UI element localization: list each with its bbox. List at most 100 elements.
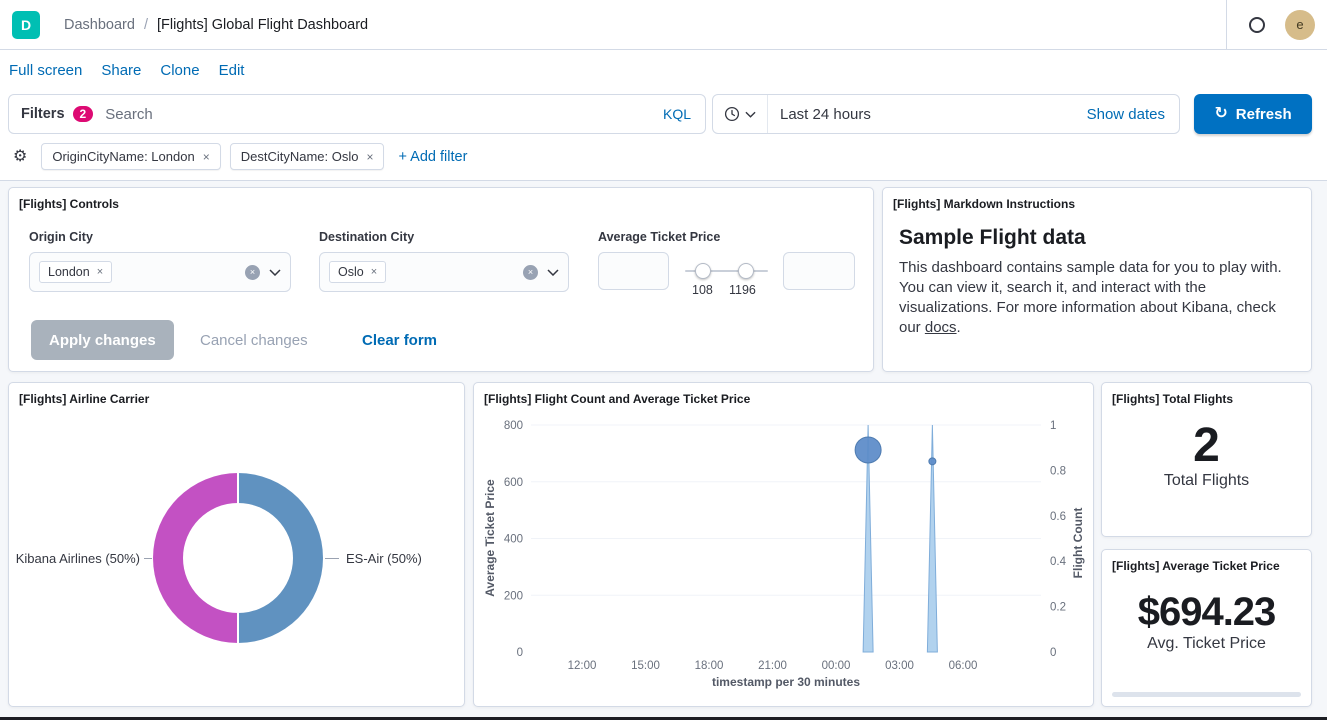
- donut-chart[interactable]: [153, 473, 323, 643]
- query-bar: Filters 2 KQL Last 24 hours Show dates ↻…: [0, 90, 1327, 138]
- svg-text:1: 1: [1050, 420, 1056, 432]
- help-icon[interactable]: [1249, 17, 1265, 33]
- panel-flight-count-price: [Flights] Flight Count and Average Ticke…: [473, 382, 1094, 707]
- ticket-price-label: Average Ticket Price: [598, 230, 864, 244]
- combobox-icons: ×: [523, 265, 559, 280]
- kibana-app: D Dashboard / [Flights] Global Flight Da…: [0, 0, 1327, 720]
- show-dates-link[interactable]: Show dates: [1087, 106, 1179, 123]
- filter-pill-dest-city[interactable]: DestCityName: Oslo ×: [230, 143, 385, 170]
- refresh-icon: ↻: [1214, 106, 1227, 122]
- avg-ticket-price-value: $694.23: [1102, 589, 1311, 635]
- search-bar: Filters 2 KQL: [8, 94, 706, 134]
- remove-filter-icon[interactable]: ×: [366, 151, 373, 163]
- full-screen-link[interactable]: Full screen: [9, 62, 82, 79]
- price-min-input[interactable]: [598, 252, 669, 290]
- price-max-input[interactable]: [783, 252, 855, 290]
- svg-text:21:00: 21:00: [758, 660, 787, 672]
- svg-text:800: 800: [504, 420, 523, 432]
- range-max-handle[interactable]: [738, 263, 754, 279]
- total-flights-value: 2: [1102, 420, 1311, 472]
- svg-text:06:00: 06:00: [949, 660, 978, 672]
- breadcrumb-separator: /: [144, 17, 148, 33]
- panel-title: [Flights] Airline Carrier: [9, 383, 464, 406]
- time-quick-select-button[interactable]: [713, 95, 768, 133]
- range-min-handle[interactable]: [695, 263, 711, 279]
- clone-link[interactable]: Clone: [160, 62, 199, 79]
- header-bar: D Dashboard / [Flights] Global Flight Da…: [0, 0, 1327, 50]
- pie-label-es-air: ES-Air (50%): [346, 551, 422, 566]
- avg-ticket-price-label: Avg. Ticket Price: [1102, 635, 1311, 653]
- svg-text:03:00: 03:00: [885, 660, 914, 672]
- range-max-value: 1196: [729, 283, 756, 297]
- svg-text:12:00: 12:00: [568, 660, 597, 672]
- avatar-initial: e: [1296, 17, 1303, 32]
- panel-total-flights: [Flights] Total Flights 2 Total Flights: [1101, 382, 1312, 537]
- destination-city-tag[interactable]: Oslo ×: [329, 261, 386, 283]
- svg-text:600: 600: [504, 477, 523, 489]
- filters-button[interactable]: Filters 2: [9, 95, 105, 133]
- remove-tag-icon[interactable]: ×: [371, 267, 377, 278]
- panel-title: [Flights] Total Flights: [1102, 383, 1311, 406]
- svg-text:400: 400: [504, 534, 523, 546]
- user-avatar[interactable]: e: [1285, 10, 1315, 40]
- origin-city-tag[interactable]: London ×: [39, 261, 112, 283]
- origin-city-combobox[interactable]: London × ×: [29, 252, 291, 292]
- filter-bar: ⚙ OriginCityName: London × DestCityName:…: [0, 138, 1327, 181]
- chevron-down-icon[interactable]: [547, 269, 559, 276]
- filter-pill-origin-city[interactable]: OriginCityName: London ×: [41, 143, 220, 170]
- svg-text:0.4: 0.4: [1050, 556, 1067, 568]
- markdown-body: This dashboard contains sample data for …: [899, 258, 1295, 338]
- remove-filter-icon[interactable]: ×: [203, 151, 210, 163]
- edit-link[interactable]: Edit: [219, 62, 245, 79]
- filter-options-gear-icon[interactable]: ⚙: [8, 149, 32, 165]
- breadcrumb-current-page: [Flights] Global Flight Dashboard: [157, 17, 368, 33]
- destination-city-combobox[interactable]: Oslo × ×: [319, 252, 569, 292]
- refresh-label: Refresh: [1236, 106, 1292, 123]
- pie-label-kibana-airlines: Kibana Airlines (50%): [16, 551, 140, 566]
- panel-title: [Flights] Markdown Instructions: [883, 188, 1311, 211]
- cancel-changes-button[interactable]: Cancel changes: [200, 320, 308, 360]
- apply-changes-button[interactable]: Apply changes: [31, 320, 174, 360]
- clear-selection-icon[interactable]: ×: [245, 265, 260, 280]
- panel-average-ticket-price: [Flights] Average Ticket Price $694.23 A…: [1101, 549, 1312, 707]
- docs-link[interactable]: docs: [925, 319, 957, 336]
- add-filter-link[interactable]: + Add filter: [398, 149, 467, 165]
- clear-form-button[interactable]: Clear form: [362, 320, 437, 360]
- remove-tag-icon[interactable]: ×: [97, 267, 103, 278]
- destination-city-control: Destination City Oslo × ×: [319, 230, 569, 292]
- elastic-logo[interactable]: D: [12, 11, 40, 39]
- panel-flights-controls: [Flights] Controls Origin City London × …: [8, 187, 874, 372]
- svg-text:0.2: 0.2: [1050, 602, 1066, 614]
- combobox-icons: ×: [245, 265, 281, 280]
- time-range-value[interactable]: Last 24 hours: [768, 106, 1087, 123]
- price-range-row: 108 1196: [598, 252, 864, 304]
- share-link[interactable]: Share: [101, 62, 141, 79]
- x-axis-title: timestamp per 30 minutes: [531, 675, 1041, 689]
- donut-slice-gap: [237, 612, 239, 643]
- panel-markdown-instructions: [Flights] Markdown Instructions Sample F…: [882, 187, 1312, 372]
- origin-city-label: Origin City: [29, 230, 291, 244]
- refresh-button[interactable]: ↻ Refresh: [1194, 94, 1312, 134]
- pie-leader-line: [144, 558, 152, 559]
- svg-text:0: 0: [1050, 647, 1056, 659]
- svg-text:0: 0: [517, 647, 523, 659]
- tag-text: London: [48, 265, 90, 279]
- clear-selection-icon[interactable]: ×: [523, 265, 538, 280]
- range-min-value: 108: [692, 283, 713, 297]
- timeseries-chart[interactable]: 020040060080000.20.40.60.8112:0015:0018:…: [474, 383, 1095, 708]
- markdown-text: .: [957, 319, 961, 336]
- panel-title: [Flights] Average Ticket Price: [1102, 550, 1311, 573]
- svg-text:200: 200: [504, 590, 523, 602]
- search-input[interactable]: [105, 106, 649, 123]
- kql-button[interactable]: KQL: [649, 106, 705, 122]
- breadcrumb-dashboard[interactable]: Dashboard: [64, 17, 135, 33]
- price-range-slider[interactable]: 108 1196: [682, 252, 770, 304]
- filters-count-badge: 2: [73, 106, 94, 122]
- clock-icon: [724, 106, 740, 122]
- svg-text:15:00: 15:00: [631, 660, 660, 672]
- chevron-down-icon[interactable]: [269, 269, 281, 276]
- dashboard-grid: [Flights] Controls Origin City London × …: [0, 181, 1327, 717]
- total-flights-label: Total Flights: [1102, 472, 1311, 490]
- donut-slice-gap: [237, 473, 239, 504]
- chevron-down-icon: [745, 111, 756, 118]
